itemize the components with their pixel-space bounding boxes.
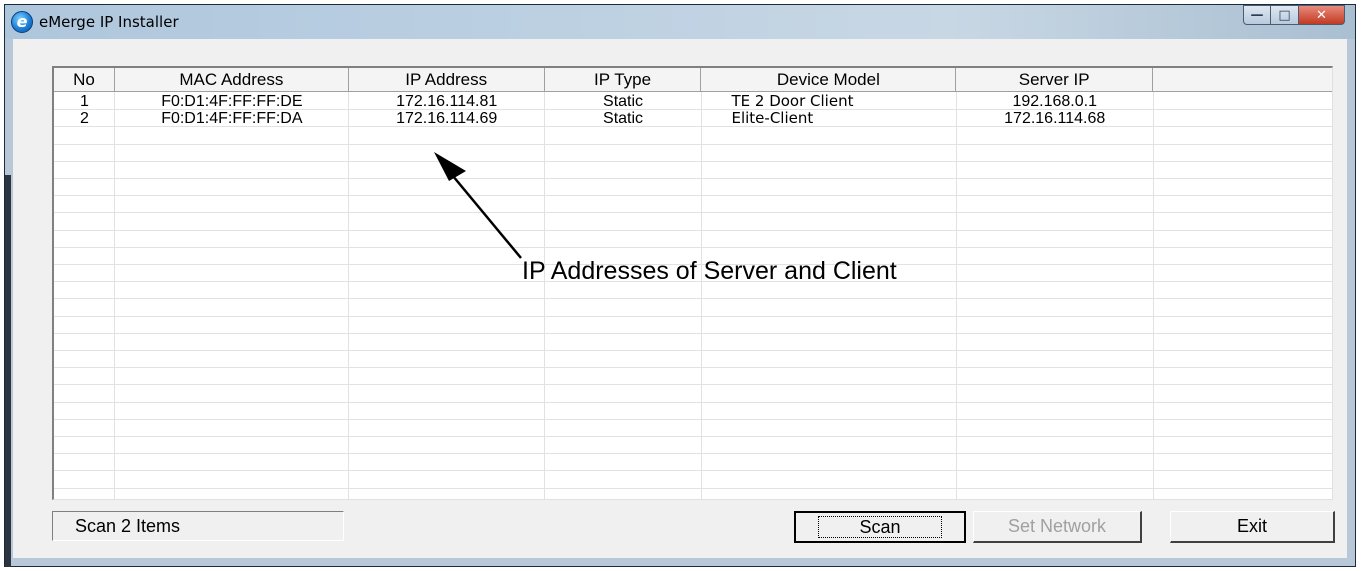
app-e-icon: e [11,11,33,33]
grid-row-line [54,298,1332,299]
column-header-ip-type[interactable]: IP Type [544,68,702,92]
table-row[interactable]: 1 F0:D1:4F:FF:FF:DE 172.16.114.81 Static… [54,93,1332,110]
cell-ip: 172.16.114.81 [396,93,498,110]
grid-row-line [54,144,1332,145]
grid-column-line [544,92,545,499]
grid-row-line [54,384,1332,385]
grid-row-line [54,230,1332,231]
cell-ip: 172.16.114.69 [396,110,498,127]
column-header-empty[interactable] [1153,68,1332,92]
status-text: Scan 2 Items [52,511,344,541]
grid-lines [54,92,1332,499]
exit-button[interactable]: Exit [1170,511,1335,543]
window-controls: — □ ✕ [1243,5,1345,27]
grid-row-line [54,488,1332,489]
grid-row-line [54,195,1332,196]
grid-row-line [54,247,1332,248]
grid-row-line [54,453,1332,454]
grid-row-line [54,350,1332,351]
grid-column-line [114,92,115,499]
window-edge [5,175,11,567]
cell-server-ip: 172.16.114.68 [1004,110,1106,127]
grid-row-line [54,316,1332,317]
cell-server-ip: 192.168.0.1 [1012,93,1097,110]
app-window: e eMerge IP Installer — □ ✕ No MAC Addre… [4,4,1356,567]
cell-ip-type: Static [603,93,644,110]
grid-row-line [54,161,1332,162]
grid-row-line [54,178,1332,179]
grid-row-line [54,402,1332,403]
window-title: eMerge IP Installer [39,13,179,31]
scan-button-label: Scan [818,516,942,538]
column-header-no[interactable]: No [54,68,115,92]
maximize-icon[interactable]: □ [1271,5,1299,25]
grid-row-line [54,212,1332,213]
set-network-button: Set Network [973,511,1142,543]
cell-empty [1153,110,1332,127]
grid-row-line [54,333,1332,334]
cell-device-model: TE 2 Door Client [731,93,854,110]
column-header-device-model[interactable]: Device Model [701,68,957,92]
cell-mac: F0:D1:4F:FF:FF:DE [161,93,303,110]
column-header-server-ip[interactable]: Server IP [956,68,1154,92]
column-header-mac[interactable]: MAC Address [114,68,349,92]
cell-empty [1153,93,1332,110]
table-row[interactable]: 2 F0:D1:4F:FF:FF:DA 172.16.114.69 Static… [54,110,1332,127]
client-area: No MAC Address IP Address IP Type Device… [13,39,1347,558]
cell-ip-type: Static [603,110,644,127]
grid-column-line [956,92,957,499]
grid-row-line [54,419,1332,420]
grid-column-line [1153,92,1154,499]
cell-device-model: Elite-Client [731,110,814,127]
grid-column-line [701,92,702,499]
minimize-icon[interactable]: — [1243,5,1271,25]
list-header: No MAC Address IP Address IP Type Device… [54,68,1332,92]
cell-mac: F0:D1:4F:FF:FF:DA [161,110,303,127]
close-icon[interactable]: ✕ [1299,5,1345,25]
cell-no: 1 [80,93,89,110]
column-header-ip[interactable]: IP Address [348,68,545,92]
title-bar[interactable]: e eMerge IP Installer — □ ✕ [5,5,1355,39]
grid-row-line [54,436,1332,437]
grid-column-line [348,92,349,499]
grid-row-line [54,470,1332,471]
scan-button[interactable]: Scan [794,511,966,543]
grid-row-line [54,367,1332,368]
annotation-text: IP Addresses of Server and Client [522,257,897,285]
cell-no: 2 [80,110,89,127]
